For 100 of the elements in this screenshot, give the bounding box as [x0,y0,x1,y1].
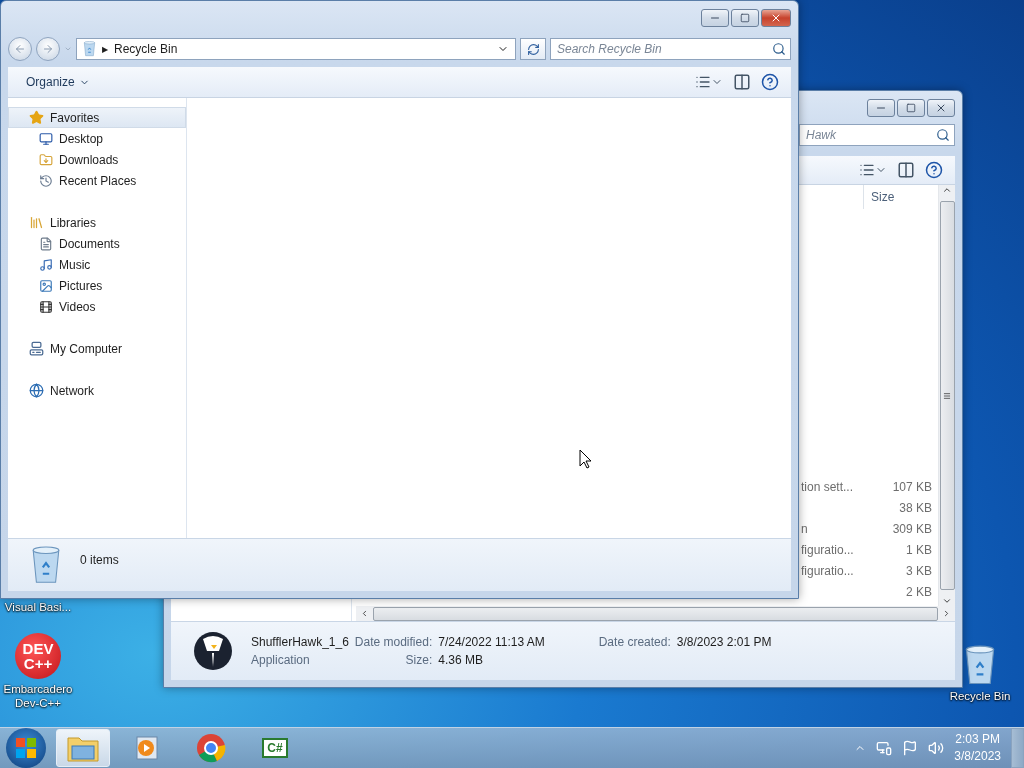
network-icon[interactable] [876,740,893,756]
volume-icon[interactable] [928,740,945,756]
star-icon [29,110,44,125]
detail-value: 7/24/2022 11:13 AM [438,635,545,649]
picture-icon [39,278,53,293]
search-icon [772,42,786,56]
maximize-icon [906,103,916,113]
taskbar-app-button[interactable] [56,729,110,767]
computer-icon [29,341,44,356]
sidebar-item[interactable]: Downloads [8,149,186,170]
film-icon [39,299,53,314]
windows-logo-icon [15,737,37,759]
file-size-cell-text: 3 KB [905,563,933,578]
music-note-icon [39,257,53,272]
desktop-icon-label[interactable]: Recycle Bin [949,688,1011,703]
file-type-cell-text: figuratio... [801,563,855,578]
scroll-up-icon [942,185,952,195]
view-options-button[interactable] [695,74,723,90]
sidebar-item[interactable]: Libraries [8,212,186,233]
help-icon [761,73,779,91]
sidebar-item[interactable]: Pictures [8,275,186,296]
recycle-bin-icon [30,545,62,585]
minimize-button[interactable] [867,99,895,117]
file-type-cell-text: n [801,521,809,536]
detail-value: 3/8/2023 2:01 PM [676,635,772,649]
close-icon [935,102,947,114]
maximize-icon [740,13,750,23]
preview-pane-button[interactable] [733,73,751,91]
clock-icon [39,173,53,188]
monitor-icon [39,131,53,146]
maximize-button[interactable] [897,99,925,117]
refresh-icon [526,42,540,56]
list-view-icon [695,74,711,90]
preview-pane-icon [733,73,751,91]
ide-app-icon[interactable]: DEV C++ [15,633,61,679]
breadcrumb-item[interactable]: Recycle Bin [114,42,491,56]
back-button[interactable] [8,37,32,61]
detail-value: 4.36 MB [438,653,484,667]
detail-label: Size: [404,653,433,667]
recycle-bin-icon [83,41,96,57]
globe-icon [29,383,44,398]
code-editor-icon: C# [262,738,288,758]
sidebar-item[interactable]: Videos [8,296,186,317]
help-icon [925,161,943,179]
organize-menu[interactable]: Organize [20,73,96,91]
sidebar-item[interactable]: Recent Places [8,170,186,191]
search-field[interactable]: Hawk [799,124,955,146]
file-size-cell-text: 2 KB [905,584,933,599]
vertical-scrollbar[interactable] [938,185,955,606]
close-button[interactable] [761,9,791,27]
help-button[interactable] [761,73,779,91]
help-button[interactable] [925,161,943,179]
start-button[interactable] [6,728,46,768]
file-name: ShufflerHawk_1_6 [251,635,349,649]
browser-icon [196,733,226,763]
taskbar-app-button[interactable]: C# [248,729,302,767]
view-options-button[interactable] [859,162,887,178]
flag-icon[interactable] [902,740,919,756]
mouse-cursor-icon [579,449,592,469]
folder-icon [67,734,99,762]
download-folder-icon [39,152,53,167]
library-icon [29,215,44,230]
refresh-button[interactable] [520,38,546,60]
detail-label: Date created: [597,635,671,649]
detail-label: Date modified: [354,635,433,649]
forward-arrow-icon [42,43,54,55]
sidebar-item[interactable]: Music [8,254,186,275]
file-type-cell-text: tion sett... [801,479,855,494]
grip-icon [943,391,951,400]
scroll-down-icon [942,596,952,606]
breadcrumb-arrow[interactable]: ▶ [102,44,108,54]
file-type-cell-text: figuratio... [801,542,855,557]
search-field[interactable]: Search Recycle Bin [550,38,791,60]
sidebar-item[interactable]: Favorites [8,107,186,128]
sidebar-item[interactable]: My Computer [8,338,186,359]
file-size-cell-text: 107 KB [891,479,933,494]
forward-button[interactable] [36,37,60,61]
close-icon [770,12,782,24]
horizontal-scrollbar[interactable] [356,606,955,621]
file-type: Application [251,653,311,667]
eagle-app-icon [193,631,233,671]
media-player-icon [133,734,161,762]
recycle-bin-icon [963,645,997,686]
preview-pane-button[interactable] [897,161,915,179]
sidebar-item[interactable]: Documents [8,233,186,254]
file-size-cell-text: 38 KB [898,500,933,515]
sidebar-item[interactable]: Desktop [8,128,186,149]
list-view-icon [859,162,875,178]
document-icon [39,236,53,251]
maximize-button[interactable] [731,9,759,27]
sidebar-item[interactable]: Network [8,380,186,401]
minimize-button[interactable] [701,9,729,27]
address-bar[interactable]: ▶ Recycle Bin [76,38,516,60]
scroll-left-icon [360,609,369,618]
file-size-cell-text: 1 KB [905,542,933,557]
file-size-cell-text: 309 KB [891,521,933,536]
preview-pane-icon [897,161,915,179]
scroll-right-icon [942,609,951,618]
back-arrow-icon [14,43,26,55]
close-button[interactable] [927,99,955,117]
